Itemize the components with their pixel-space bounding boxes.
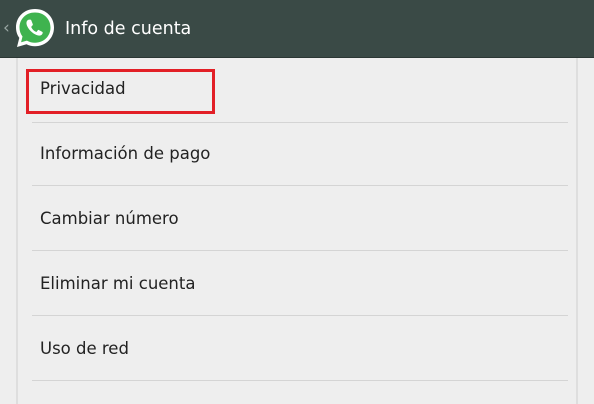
menu-item-eliminar-mi-cuenta[interactable]: Eliminar mi cuenta (32, 251, 568, 316)
menu-item-label: Eliminar mi cuenta (40, 274, 196, 293)
settings-list: Privacidad Información de pago Cambiar n… (0, 58, 594, 404)
menu-item-informacion-de-pago[interactable]: Información de pago (32, 121, 568, 186)
back-chevron-icon[interactable]: ‹ (3, 18, 10, 38)
menu-item-privacidad[interactable]: Privacidad (32, 58, 568, 123)
action-bar: ‹ Info de cuenta (0, 0, 594, 58)
menu-item-cambiar-numero[interactable]: Cambiar número (32, 186, 568, 251)
menu-item-label: Uso de red (40, 339, 129, 358)
list-edge-left (16, 58, 18, 404)
menu-item-label: Información de pago (40, 144, 211, 163)
page-title: Info de cuenta (65, 19, 192, 39)
whatsapp-logo-icon[interactable] (12, 6, 58, 52)
menu-item-label: Cambiar número (40, 209, 179, 228)
list-edge-right (576, 58, 578, 404)
menu-item-label: Privacidad (40, 79, 126, 98)
menu-item-uso-de-red[interactable]: Uso de red (32, 316, 568, 381)
